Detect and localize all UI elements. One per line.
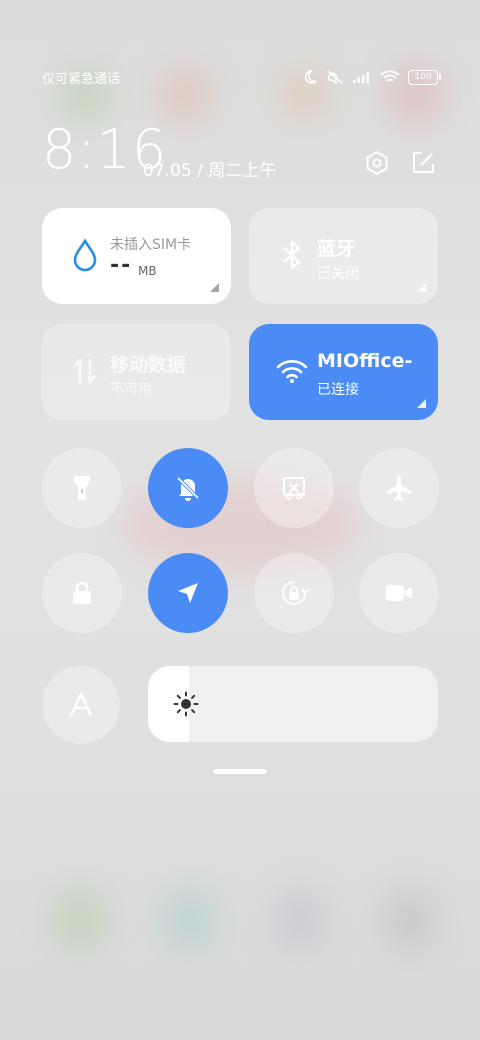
water-drop-icon (68, 238, 102, 272)
bluetooth-tile[interactable]: 蓝牙 已关闭 (249, 208, 438, 304)
moon-icon (304, 70, 317, 84)
mobile-data-tile[interactable]: 移动数据 不可用 (42, 324, 231, 420)
carrier-text: 仅可紧急通话 (42, 71, 121, 87)
mobile-data-icon (68, 354, 102, 388)
expand-corner-icon (210, 283, 219, 292)
screenshot-toggle[interactable] (254, 448, 334, 528)
location-toggle[interactable] (148, 553, 228, 633)
bluetooth-status: 已关闭 (317, 266, 359, 282)
background-blur (55, 890, 105, 950)
wifi-icon (380, 70, 400, 82)
edit-button[interactable] (410, 150, 436, 176)
data-usage-tile[interactable]: 未插入SIM卡 -- MB (42, 208, 231, 304)
edit-icon (413, 152, 434, 173)
settings-button[interactable] (364, 150, 390, 176)
background-blur (275, 890, 325, 950)
expand-corner-icon (417, 399, 426, 408)
wifi-status: 已连接 (317, 382, 359, 398)
data-usage-unit: MB (138, 264, 157, 278)
airplane-toggle[interactable] (359, 448, 439, 528)
background-blur (385, 890, 435, 950)
mute-toggle[interactable] (148, 448, 228, 528)
brightness-slider[interactable] (148, 666, 438, 742)
lock-icon (73, 581, 91, 604)
battery-icon: 100 (408, 69, 441, 85)
font-icon (69, 692, 93, 717)
font-toggle[interactable] (42, 666, 120, 744)
signal-icon (353, 72, 369, 83)
rotation-lock-icon (282, 581, 309, 605)
mobile-data-status: 不可用 (110, 382, 152, 398)
expand-corner-icon (417, 283, 426, 292)
wifi-icon (275, 354, 309, 388)
sun-icon (173, 691, 199, 717)
data-usage-title: 未插入SIM卡 (110, 237, 192, 253)
date: 07.05 / 周二上午 (143, 161, 277, 181)
mobile-data-title: 移动数据 (110, 354, 187, 376)
location-arrow-icon (178, 583, 198, 603)
screen-record-toggle[interactable] (359, 553, 439, 633)
video-camera-icon (386, 585, 412, 601)
background-blur (165, 890, 215, 950)
flashlight-toggle[interactable] (42, 448, 122, 528)
status-bar: 仅可紧急通话 100 (42, 66, 441, 88)
mute-bell-icon (176, 476, 200, 501)
bluetooth-title: 蓝牙 (317, 238, 356, 260)
battery-level: 100 (414, 71, 432, 82)
airplane-icon (387, 475, 411, 501)
flashlight-icon (74, 476, 90, 500)
bluetooth-icon (275, 238, 309, 272)
status-icons: 100 (302, 69, 441, 85)
drag-handle[interactable] (213, 769, 267, 774)
lock-toggle[interactable] (42, 553, 122, 633)
wifi-title: MIOffice- (317, 350, 413, 372)
rotation-lock-toggle[interactable] (254, 553, 334, 633)
screenshot-icon (283, 477, 305, 500)
settings-icon (366, 150, 388, 176)
wifi-tile[interactable]: MIOffice- 已连接 (249, 324, 438, 420)
mute-icon (327, 70, 343, 85)
data-usage-value: -- (110, 253, 133, 278)
